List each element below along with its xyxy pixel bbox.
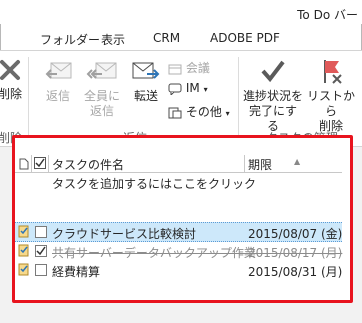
task-clipboard-icon	[18, 263, 29, 276]
tab-folder[interactable]: フォルダー	[40, 31, 100, 48]
todo-list-panel: タスクの件名 期限 ▲ タスクを追加するにはここをクリック クラウドサービス比較…	[12, 135, 353, 303]
ribbon: 削除 削除 返信 全員に 返信 転送 会議 IM ▾ その他 ▾ 進捗状況を 完…	[0, 51, 362, 147]
task-subject: クラウドサービス比較検討	[52, 227, 197, 241]
calendar-icon	[168, 64, 182, 74]
tab-view[interactable]: 表示	[101, 31, 125, 48]
task-clipboard-icon	[18, 244, 29, 257]
sort-ascending-icon: ▲	[294, 157, 301, 166]
meeting-button[interactable]: 会議	[168, 59, 210, 76]
new-task-input-row[interactable]: タスクを追加するにはここをクリック	[15, 173, 342, 191]
dropdown-arrow-icon: ▾	[225, 109, 230, 118]
forward-envelope-icon	[132, 62, 160, 79]
delete-icon	[0, 60, 20, 80]
column-due-date[interactable]: 期限	[248, 156, 272, 173]
task-complete-checkbox[interactable]	[35, 264, 47, 276]
item-type-icon	[19, 158, 29, 170]
checkmark-icon	[261, 60, 285, 83]
complete-column-checkbox-icon[interactable]	[34, 157, 46, 169]
task-list-header: タスクの件名 期限 ▲	[15, 155, 342, 173]
task-row[interactable]: 共有サーバーデータバックアップ作業 2015/08/17 (月)	[15, 242, 342, 260]
task-clipboard-icon	[18, 225, 29, 238]
flag-remove-icon	[324, 60, 342, 84]
ribbon-tabs: フォルダー 表示 CRM ADOBE PDF	[0, 24, 362, 51]
remove-from-list-button[interactable]: リストから 削除	[303, 57, 359, 134]
tab-adobe-pdf[interactable]: ADOBE PDF	[210, 31, 280, 45]
forward-button[interactable]: 転送	[128, 57, 164, 104]
task-row[interactable]: 経費精算 2015/08/31 (月)	[15, 261, 342, 279]
im-button[interactable]: IM ▾	[168, 81, 208, 96]
reply-all-envelope-icon	[86, 62, 117, 79]
reply-all-button[interactable]: 全員に 返信	[80, 57, 124, 119]
task-complete-checkbox[interactable]	[35, 226, 47, 238]
task-due-date: 2015/08/17 (月)	[248, 246, 343, 260]
window-title: To Do バー	[297, 8, 358, 22]
reply-envelope-icon	[45, 62, 72, 79]
new-task-placeholder: タスクを追加するにはここをクリック	[52, 177, 257, 191]
more-actions-icon	[168, 107, 182, 118]
delete-button[interactable]: 削除	[0, 57, 26, 102]
dropdown-arrow-icon: ▾	[203, 85, 208, 94]
task-due-date: 2015/08/07 (金)	[248, 227, 343, 241]
title-bar: To Do バー	[0, 0, 362, 24]
check-icon	[35, 158, 45, 168]
tab-crm[interactable]: CRM	[153, 31, 180, 45]
separator	[238, 57, 239, 141]
im-chat-icon	[168, 83, 182, 96]
separator	[28, 57, 29, 141]
mark-complete-button[interactable]: 進捗状況を 完了にする	[243, 57, 303, 134]
column-subject[interactable]: タスクの件名	[52, 156, 124, 173]
reply-button[interactable]: 返信	[40, 57, 76, 104]
check-icon	[36, 246, 46, 256]
more-button[interactable]: その他 ▾	[168, 103, 230, 120]
task-complete-checkbox[interactable]	[35, 245, 47, 257]
task-subject: 共有サーバーデータバックアップ作業	[52, 246, 256, 260]
task-subject: 経費精算	[52, 265, 101, 279]
task-due-date: 2015/08/31 (月)	[248, 265, 343, 279]
task-row[interactable]: クラウドサービス比較検討 2015/08/07 (金)	[15, 222, 342, 242]
